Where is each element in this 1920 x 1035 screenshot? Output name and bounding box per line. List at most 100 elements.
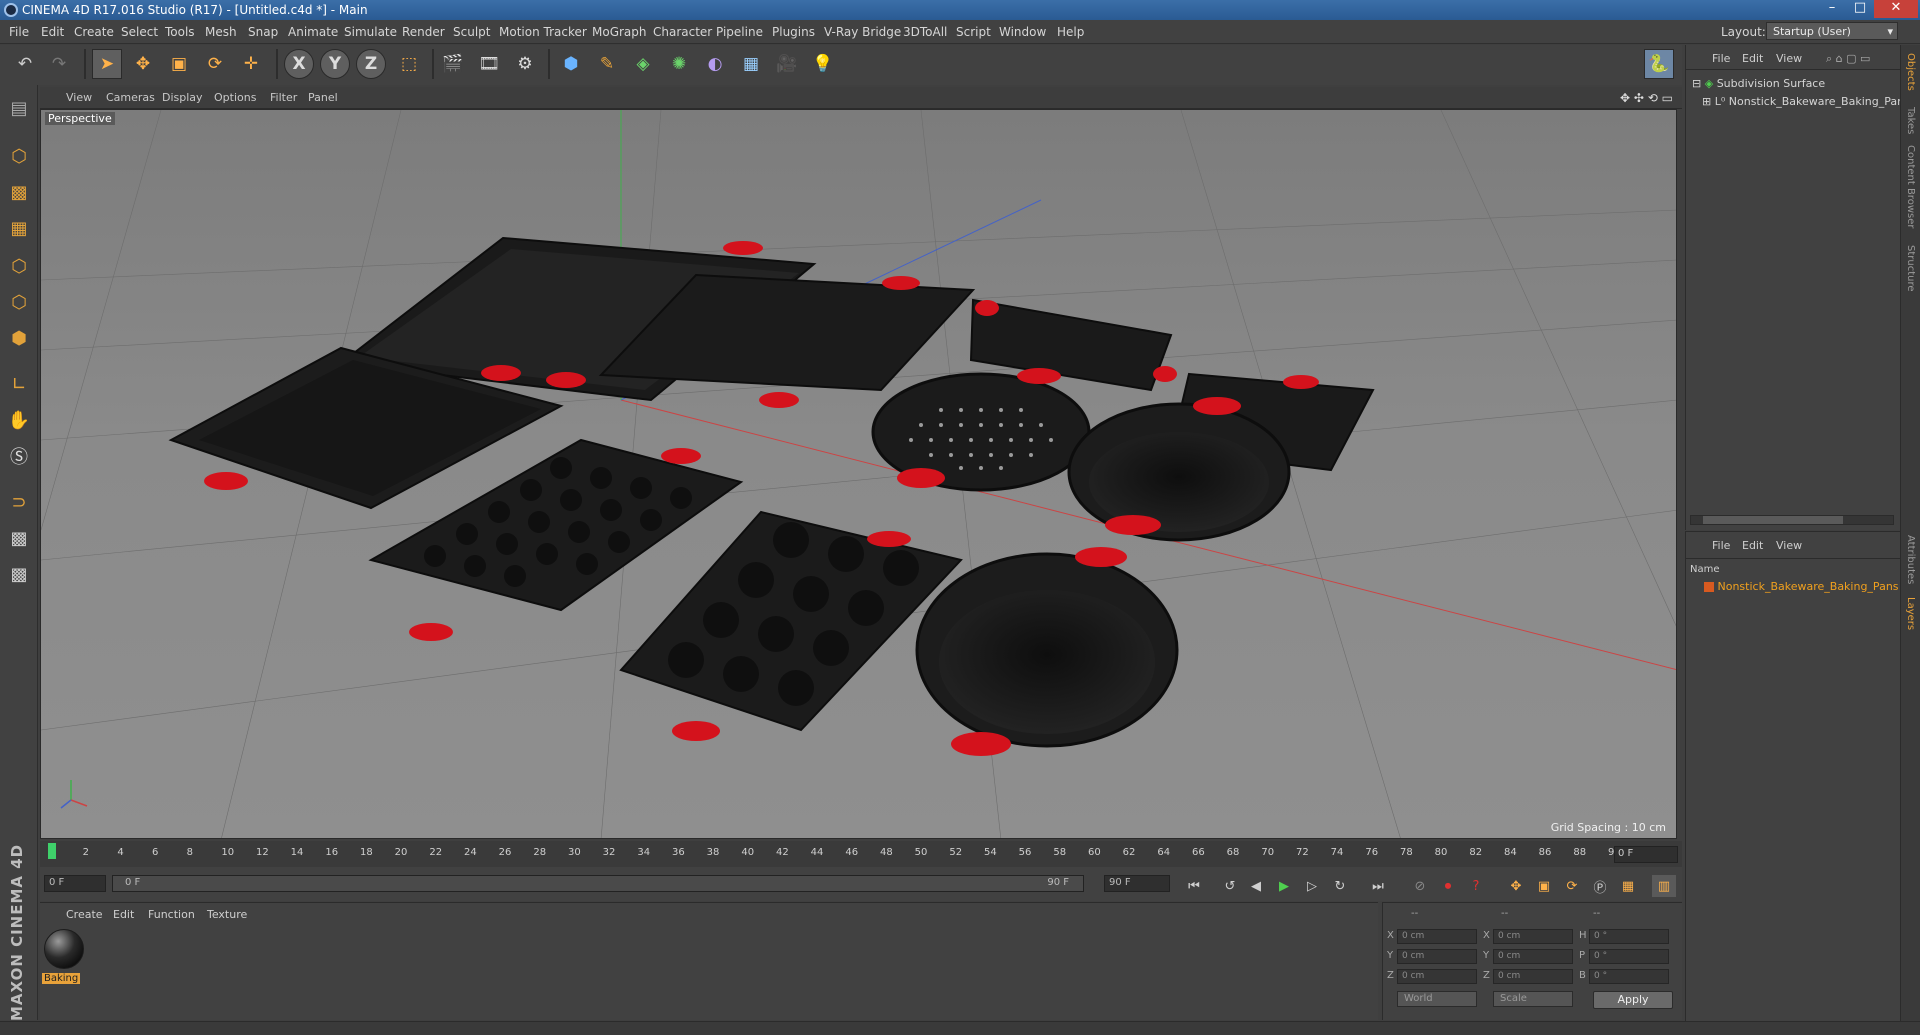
redo-icon[interactable]: ↷ xyxy=(44,49,74,79)
render-picture-icon[interactable]: 🎞 xyxy=(474,49,504,79)
viewport-menu-view[interactable]: View xyxy=(66,91,92,104)
menu-select[interactable]: Select xyxy=(121,25,158,39)
material-menu-function[interactable]: Function xyxy=(148,908,195,921)
light-icon[interactable]: 💡 xyxy=(808,49,838,79)
menu-help[interactable]: Help xyxy=(1057,25,1084,39)
object-menu-file[interactable]: File xyxy=(1712,52,1730,65)
menu-pipeline[interactable]: Pipeline xyxy=(716,25,763,39)
layer-menu-file[interactable]: File xyxy=(1712,539,1730,552)
workplane-icon[interactable]: ▦ xyxy=(4,213,34,243)
end-frame-field[interactable]: 90 F xyxy=(1104,875,1170,892)
play-icon[interactable]: ▶ xyxy=(1272,875,1296,897)
prev-frame-icon[interactable]: ◀ xyxy=(1244,875,1268,897)
key-position-icon[interactable]: ✥ xyxy=(1504,875,1528,897)
key-pla-icon[interactable]: ▦ xyxy=(1616,875,1640,897)
y-axis-icon[interactable]: Y xyxy=(320,49,350,79)
tree-item-subdivision[interactable]: ⊟ ◈ Subdivision Surface xyxy=(1692,77,1825,90)
layer-menu-view[interactable]: View xyxy=(1776,539,1802,552)
model-mode-icon[interactable]: ⬡ xyxy=(4,141,34,171)
menu-plugins[interactable]: Plugins xyxy=(772,25,815,39)
preview-range-slider[interactable]: 0 F 90 F xyxy=(112,875,1084,892)
undo-icon[interactable]: ↶ xyxy=(10,49,40,79)
menu-script[interactable]: Script xyxy=(956,25,991,39)
prev-key-icon[interactable]: ↺ xyxy=(1218,875,1242,897)
object-menu-view[interactable]: View xyxy=(1776,52,1802,65)
size-mode-dropdown[interactable]: Scale xyxy=(1493,991,1573,1007)
python-icon[interactable]: 🐍 xyxy=(1644,49,1674,79)
autokey-icon[interactable]: ⏺ xyxy=(1436,875,1460,897)
menu-vray-bridge[interactable]: V-Ray Bridge xyxy=(824,25,901,39)
playhead[interactable] xyxy=(48,843,56,859)
cube-icon[interactable]: ⬢ xyxy=(556,49,586,79)
z-axis-icon[interactable]: Z xyxy=(356,49,386,79)
viewport-menu-display[interactable]: Display xyxy=(162,91,203,104)
points-mode-icon[interactable]: ⬡ xyxy=(4,251,34,281)
viewport-menu-cameras[interactable]: Cameras xyxy=(106,91,155,104)
axis-mode-icon[interactable]: ∟ xyxy=(4,369,34,399)
render-view-icon[interactable]: 🎬 xyxy=(438,49,468,79)
material-name[interactable]: Baking xyxy=(42,973,81,984)
array-icon[interactable]: ✺ xyxy=(664,49,694,79)
3d-viewport[interactable]: Perspective Grid Spacing : 10 cm xyxy=(40,109,1677,839)
menu-3dtoall[interactable]: 3DToAll xyxy=(903,25,947,39)
deformer-icon[interactable]: ◐ xyxy=(700,49,730,79)
x-axis-icon[interactable]: X xyxy=(284,49,314,79)
viewport-menu-panel[interactable]: Panel xyxy=(308,91,338,104)
tree-item-bakeware[interactable]: ⊞ L⁰ Nonstick_Bakeware_Baking_Pans xyxy=(1702,95,1910,108)
pen-spline-icon[interactable]: ✎ xyxy=(592,49,622,79)
scrollbar-thumb[interactable] xyxy=(1703,516,1843,524)
texture-mode-icon[interactable]: ▩ xyxy=(4,177,34,207)
tab-layers[interactable]: Layers xyxy=(1905,597,1916,630)
rotation-b-field[interactable]: 0 ° xyxy=(1589,969,1669,984)
key-parameter-icon[interactable]: Ⓟ xyxy=(1588,875,1612,897)
menu-render[interactable]: Render xyxy=(402,25,445,39)
horizontal-scrollbar[interactable] xyxy=(1690,515,1894,525)
layer-item[interactable]: Nonstick_Bakeware_Baking_Pans xyxy=(1704,580,1899,593)
close-button[interactable]: ✕ xyxy=(1874,0,1918,18)
tab-takes[interactable]: Takes xyxy=(1905,107,1916,134)
object-menu-edit[interactable]: Edit xyxy=(1742,52,1763,65)
menu-file[interactable]: File xyxy=(9,25,29,39)
planar-workplane-icon[interactable]: ▩ xyxy=(4,559,34,589)
viewport-menu-filter[interactable]: Filter xyxy=(270,91,297,104)
menu-window[interactable]: Window xyxy=(999,25,1046,39)
current-frame-field[interactable]: 0 F xyxy=(1614,846,1678,863)
tab-objects[interactable]: Objects xyxy=(1905,53,1916,91)
apply-button[interactable]: Apply xyxy=(1593,991,1673,1009)
move-icon[interactable]: ✥ xyxy=(128,49,158,79)
start-frame-field[interactable]: 0 F xyxy=(44,875,106,892)
make-editable-icon[interactable]: ▤ xyxy=(4,93,34,123)
material-menu-edit[interactable]: Edit xyxy=(113,908,134,921)
goto-end-icon[interactable]: ⏭ xyxy=(1366,875,1390,897)
polygons-mode-icon[interactable]: ⬢ xyxy=(4,323,34,353)
keyframe-selection-icon[interactable]: ? xyxy=(1464,875,1488,897)
snap-icon[interactable]: Ⓢ xyxy=(4,441,34,471)
record-keys-icon[interactable]: ⊘ xyxy=(1408,875,1432,897)
menu-edit[interactable]: Edit xyxy=(41,25,64,39)
tweak-mode-icon[interactable]: ✋ xyxy=(4,405,34,435)
goto-start-icon[interactable]: ⏮ xyxy=(1182,875,1206,897)
lock-workplane-icon[interactable]: ▩ xyxy=(4,523,34,553)
menu-motion-tracker[interactable]: Motion Tracker xyxy=(499,25,587,39)
viewport-menu-options[interactable]: Options xyxy=(214,91,256,104)
floor-icon[interactable]: ▦ xyxy=(736,49,766,79)
position-x-field[interactable]: 0 cm xyxy=(1397,929,1477,944)
material-menu-texture[interactable]: Texture xyxy=(207,908,247,921)
tab-attributes[interactable]: Attributes xyxy=(1905,535,1916,584)
magnet-icon[interactable]: ⊃ xyxy=(4,487,34,517)
position-z-field[interactable]: 0 cm xyxy=(1397,969,1477,984)
menu-tools[interactable]: Tools xyxy=(165,25,195,39)
rotate-icon[interactable]: ⟳ xyxy=(200,49,230,79)
camera-icon[interactable]: 🎥 xyxy=(772,49,802,79)
tab-content-browser[interactable]: Content Browser xyxy=(1905,145,1916,228)
edges-mode-icon[interactable]: ⬡ xyxy=(4,287,34,317)
timeline-window-icon[interactable]: ▥ xyxy=(1652,875,1676,897)
layout-dropdown[interactable]: Startup (User) ▾ xyxy=(1766,22,1898,40)
size-z-field[interactable]: 0 cm xyxy=(1493,969,1573,984)
render-settings-icon[interactable]: ⚙ xyxy=(510,49,540,79)
next-key-icon[interactable]: ↻ xyxy=(1328,875,1352,897)
position-y-field[interactable]: 0 cm xyxy=(1397,949,1477,964)
select-arrow-icon[interactable]: ➤ xyxy=(92,49,122,79)
coordinate-mode-dropdown[interactable]: World xyxy=(1397,991,1477,1007)
rotation-h-field[interactable]: 0 ° xyxy=(1589,929,1669,944)
